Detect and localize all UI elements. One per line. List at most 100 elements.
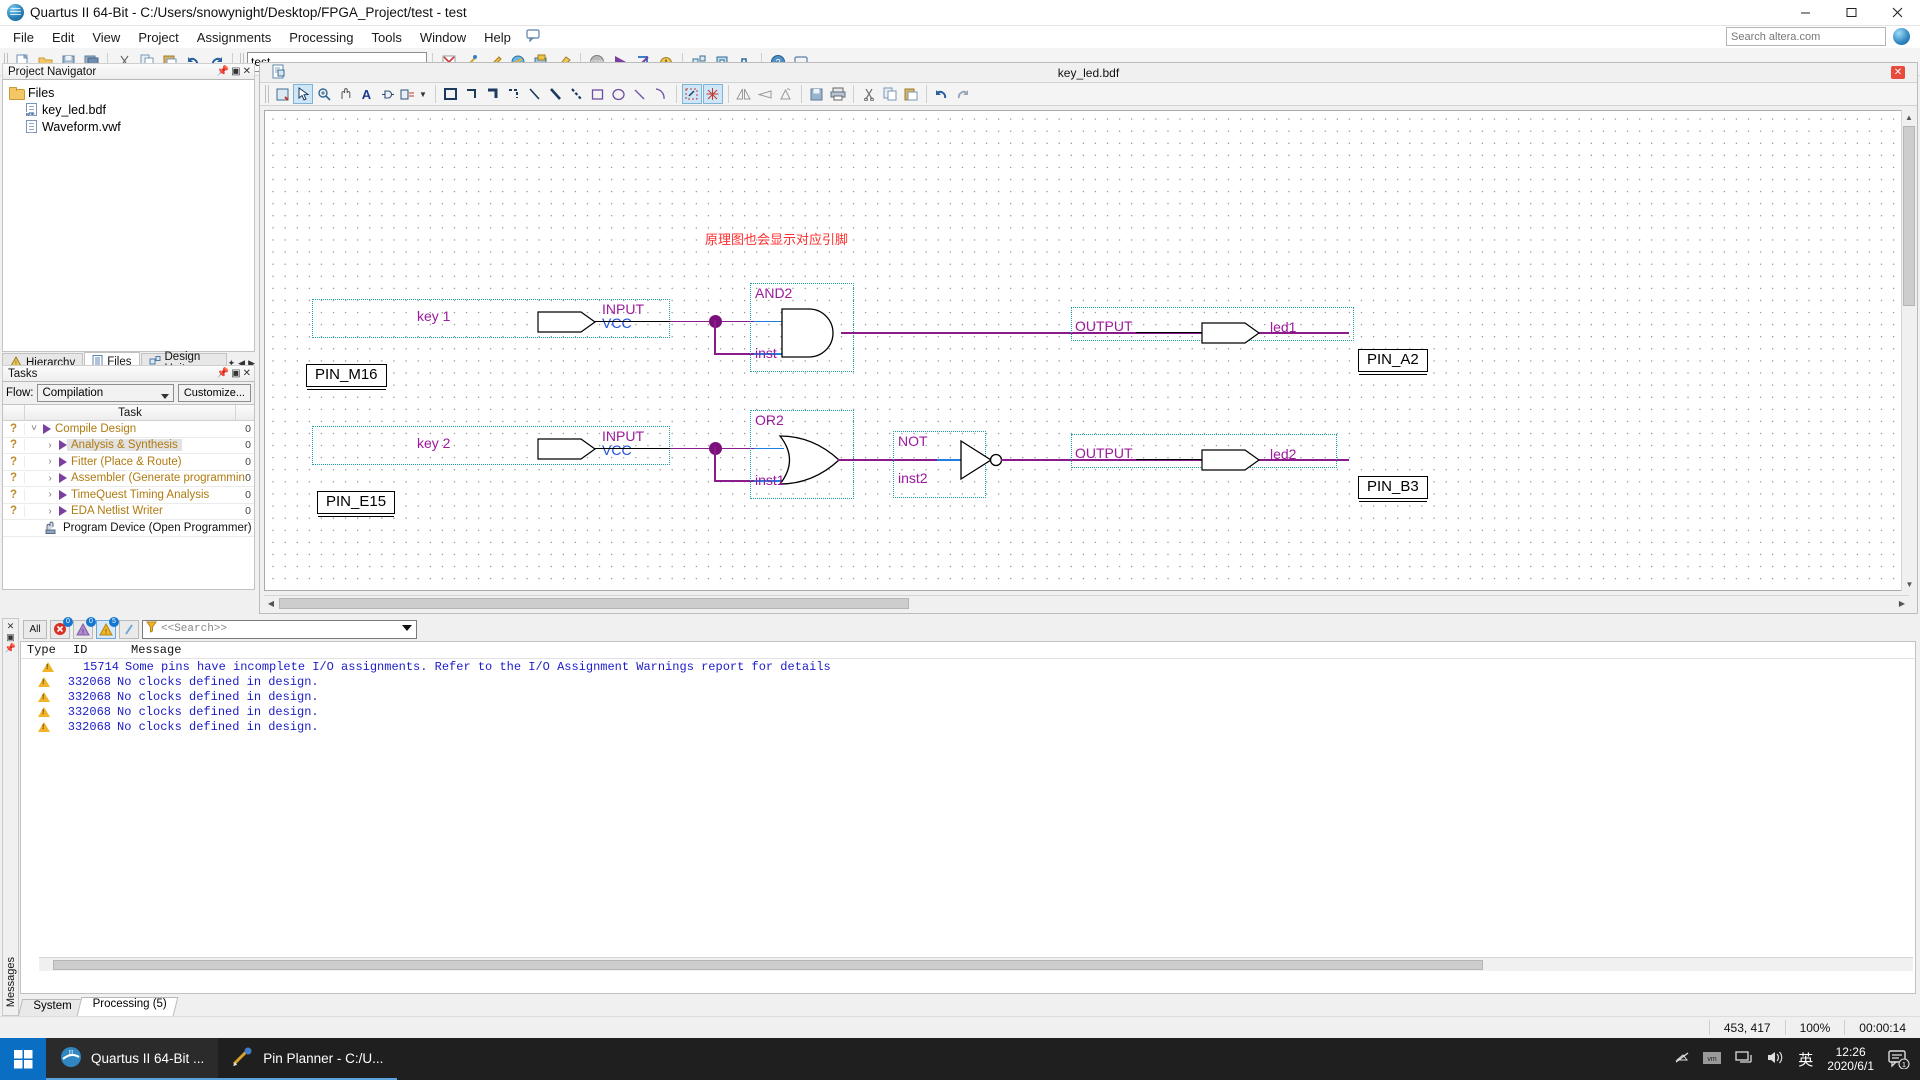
wire-segment[interactable] — [1136, 332, 1204, 334]
task-row[interactable]: ? ˅ Compile Design 0 — [3, 421, 254, 438]
taskbar-clock[interactable]: 12:26 2020/6/1 — [1827, 1045, 1874, 1073]
pin-panel-icon[interactable]: 📌 — [217, 368, 229, 379]
wire-segment[interactable] — [714, 447, 716, 482]
cut-schematic-icon[interactable] — [859, 84, 879, 104]
scroll-left-icon[interactable]: ◀ — [264, 596, 278, 611]
menu-window[interactable]: Window — [411, 28, 475, 47]
task-row[interactable]: ? › Fitter (Place & Route) 0 — [3, 454, 254, 471]
search-input[interactable]: Search altera.com — [1726, 27, 1886, 46]
pin-messages-icon[interactable]: 📌 — [3, 643, 18, 654]
volume-tray-icon[interactable] — [1767, 1050, 1784, 1068]
task-row[interactable]: ? › TimeQuest Timing Analysis 0 — [3, 487, 254, 504]
copy-schematic-icon[interactable] — [880, 84, 900, 104]
scroll-right-icon[interactable]: ▶ — [1895, 596, 1909, 611]
filter-warnings-button[interactable]: ! 5 — [96, 616, 119, 639]
message-row[interactable]: 15714 Some pins have incomplete I/O assi… — [21, 659, 1915, 674]
notification-center-icon[interactable]: 1 — [1888, 1049, 1910, 1070]
or-gate-shape[interactable] — [777, 435, 845, 485]
rotate-left-icon[interactable] — [776, 84, 796, 104]
task-row[interactable]: ? › EDA Netlist Writer 0 — [3, 504, 254, 520]
diagonal-conduit-tool-icon[interactable] — [567, 84, 587, 104]
message-row[interactable]: 332068 No clocks defined in design. — [21, 689, 1915, 704]
close-button[interactable] — [1874, 0, 1920, 26]
canvas-vertical-scrollbar[interactable]: ▲ ▼ — [1901, 110, 1917, 591]
message-row[interactable]: 332068 No clocks defined in design. — [21, 674, 1915, 689]
ime-indicator[interactable]: 英 — [1798, 1049, 1813, 1070]
chevron-down-icon[interactable] — [402, 624, 412, 636]
run-task-icon[interactable] — [59, 456, 67, 467]
pin-assignment-key1[interactable]: PIN_M16 — [306, 364, 387, 390]
selection-tool-icon[interactable] — [293, 84, 313, 104]
orthogonal-bus-tool-icon[interactable] — [483, 84, 503, 104]
float-panel-icon[interactable]: ▣ — [231, 368, 240, 379]
block-tool-icon[interactable] — [398, 84, 418, 104]
run-task-icon[interactable] — [59, 489, 67, 500]
output-pin-shape-2[interactable] — [1201, 449, 1261, 471]
filter-critical-warnings-button[interactable]: ! 0 — [73, 616, 96, 639]
signal-label-led1[interactable]: led1 — [1270, 319, 1296, 335]
zoom-tool-icon[interactable] — [314, 84, 334, 104]
symbol-dropdown-icon[interactable]: ▼ — [419, 90, 427, 99]
scroll-up-icon[interactable]: ▲ — [1902, 110, 1916, 124]
wire-segment[interactable] — [595, 320, 675, 323]
pin-assignment-led1[interactable]: PIN_A2 — [1358, 349, 1428, 375]
message-row[interactable]: 332068 No clocks defined in design. — [21, 704, 1915, 719]
signal-label-led2[interactable]: led2 — [1270, 446, 1296, 462]
paste-schematic-icon[interactable] — [901, 84, 921, 104]
menu-help[interactable]: Help — [475, 28, 520, 47]
run-task-icon[interactable] — [59, 473, 67, 484]
messages-scroll-thumb[interactable] — [53, 960, 1483, 970]
line-shape-icon[interactable] — [630, 84, 650, 104]
filter-all-button[interactable]: All — [23, 619, 47, 639]
flip-horizontal-icon[interactable] — [734, 84, 754, 104]
run-task-icon[interactable] — [43, 423, 51, 434]
messages-search-input[interactable]: <<Search>> — [142, 619, 417, 639]
close-panel-icon[interactable]: ✕ — [243, 368, 251, 379]
arc-shape-icon[interactable] — [651, 84, 671, 104]
float-panel-icon[interactable]: ▣ — [231, 66, 240, 77]
run-task-icon[interactable] — [59, 506, 67, 517]
menu-file[interactable]: File — [4, 28, 43, 47]
editor-tab-title[interactable]: key_led.bdf — [260, 66, 1917, 80]
pin-assignment-led2[interactable]: PIN_B3 — [1358, 476, 1428, 502]
float-messages-icon[interactable]: ▣ — [3, 632, 18, 643]
vertical-scroll-thumb[interactable] — [1903, 126, 1915, 306]
close-panel-icon[interactable]: ✕ — [243, 66, 251, 77]
menu-tools[interactable]: Tools — [363, 28, 411, 47]
new-symbol-icon[interactable] — [272, 84, 292, 104]
output-pin-shape[interactable] — [1201, 322, 1261, 344]
scroll-down-icon[interactable]: ▼ — [1902, 577, 1917, 591]
flip-vertical-icon[interactable] — [755, 84, 775, 104]
note-icon[interactable] — [526, 28, 541, 46]
menu-view[interactable]: View — [83, 28, 129, 47]
hand-tool-icon[interactable] — [335, 84, 355, 104]
tray-expand-icon[interactable] — [1675, 1051, 1689, 1068]
flow-select[interactable]: Compilation — [37, 384, 174, 402]
filter-info-button[interactable] — [119, 619, 139, 639]
rubberbanding-icon[interactable] — [681, 84, 702, 104]
menu-processing[interactable]: Processing — [280, 28, 362, 47]
minimize-button[interactable] — [1782, 0, 1828, 26]
task-row[interactable]: Program Device (Open Programmer) — [3, 520, 254, 537]
filter-errors-button[interactable]: 0 — [50, 616, 73, 639]
diagonal-node-tool-icon[interactable] — [525, 84, 545, 104]
redo-schematic-icon[interactable] — [953, 84, 973, 104]
run-task-icon[interactable] — [59, 440, 67, 451]
messages-horizontal-scrollbar[interactable] — [39, 957, 1913, 971]
wire-segment[interactable] — [595, 447, 675, 450]
expand-chevron-icon[interactable]: › — [41, 473, 59, 484]
menu-project[interactable]: Project — [129, 28, 187, 47]
start-button[interactable] — [0, 1038, 46, 1080]
input-pin-shape-2[interactable] — [537, 438, 597, 460]
symbol-tool-icon[interactable] — [377, 84, 397, 104]
partial-line-select-icon[interactable] — [702, 84, 723, 104]
task-row[interactable]: ? › Assembler (Generate programming file… — [3, 471, 254, 487]
altera-globe-icon[interactable] — [1893, 28, 1910, 45]
undo-schematic-icon[interactable] — [932, 84, 952, 104]
taskbar-item-quartus[interactable]: II Quartus II 64-Bit ... — [46, 1038, 219, 1080]
menu-edit[interactable]: Edit — [43, 28, 83, 47]
save-schematic-icon[interactable] — [807, 84, 827, 104]
expand-chevron-icon[interactable]: › — [41, 456, 59, 467]
canvas-horizontal-scrollbar[interactable]: ◀ ▶ — [264, 595, 1909, 611]
schematic-toolbar-grip[interactable] — [265, 85, 269, 103]
